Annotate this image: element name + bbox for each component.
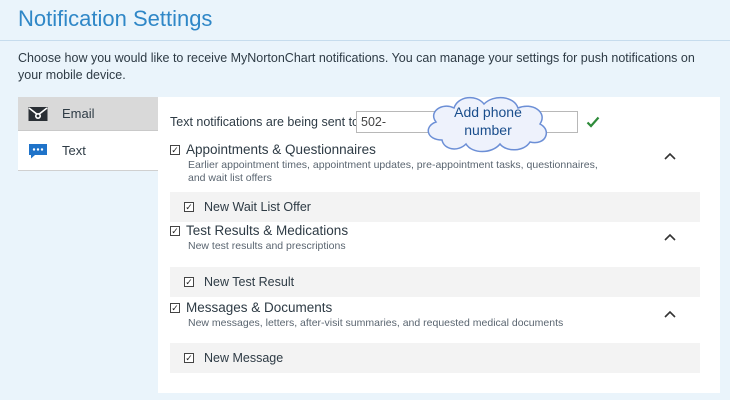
appointments-checkbox[interactable]: ✓	[170, 144, 180, 155]
new-message-checkbox[interactable]: ✓	[184, 353, 194, 363]
section-test-results: ✓ Test Results & Medications New test re…	[170, 223, 710, 297]
section-messages: ✓ Messages & Documents New messages, let…	[170, 300, 710, 373]
messages-checkbox[interactable]: ✓	[170, 302, 180, 313]
section-description: Earlier appointment times, appointment u…	[188, 159, 598, 184]
sub-option-label: New Test Result	[204, 275, 295, 289]
chat-bubble-icon	[29, 143, 47, 158]
chevron-up-icon[interactable]	[664, 152, 676, 160]
sub-option-label: New Message	[204, 351, 284, 365]
sub-option-row: ✓ New Wait List Offer	[170, 192, 700, 222]
sub-option-label: New Wait List Offer	[204, 200, 311, 214]
page-title: Notification Settings	[18, 6, 213, 31]
envelope-icon	[28, 106, 48, 121]
section-title: Appointments & Questionnaires	[186, 142, 376, 157]
chevron-up-icon[interactable]	[664, 310, 676, 318]
intro-text: Choose how you would like to receive MyN…	[18, 51, 695, 82]
section-description: New messages, letters, after-visit summa…	[188, 317, 564, 329]
test-results-checkbox[interactable]: ✓	[170, 225, 180, 236]
sub-option-row: ✓ New Test Result	[170, 267, 700, 297]
section-description: New test results and prescriptions	[188, 240, 346, 252]
check-icon	[586, 116, 600, 128]
sub-option-row: ✓ New Message	[170, 343, 700, 373]
channel-tabs: Email Text	[18, 97, 158, 171]
test-result-checkbox[interactable]: ✓	[184, 277, 194, 287]
section-appointments: ✓ Appointments & Questionnaires Earlier …	[170, 142, 710, 222]
section-title: Test Results & Medications	[186, 223, 349, 238]
callout-text: Add phone number	[454, 104, 522, 138]
section-title: Messages & Documents	[186, 300, 333, 315]
tab-text[interactable]: Text	[18, 131, 158, 171]
chevron-up-icon[interactable]	[664, 233, 676, 241]
tab-email-label: Email	[62, 106, 95, 121]
title-divider	[0, 40, 730, 41]
send-to-label: Text notifications are being sent to:	[170, 115, 363, 129]
tab-email[interactable]: Email	[18, 97, 158, 131]
text-settings-panel: Text notifications are being sent to: 50…	[158, 96, 720, 393]
tab-text-label: Text	[62, 143, 86, 158]
wait-list-checkbox[interactable]: ✓	[184, 202, 194, 212]
